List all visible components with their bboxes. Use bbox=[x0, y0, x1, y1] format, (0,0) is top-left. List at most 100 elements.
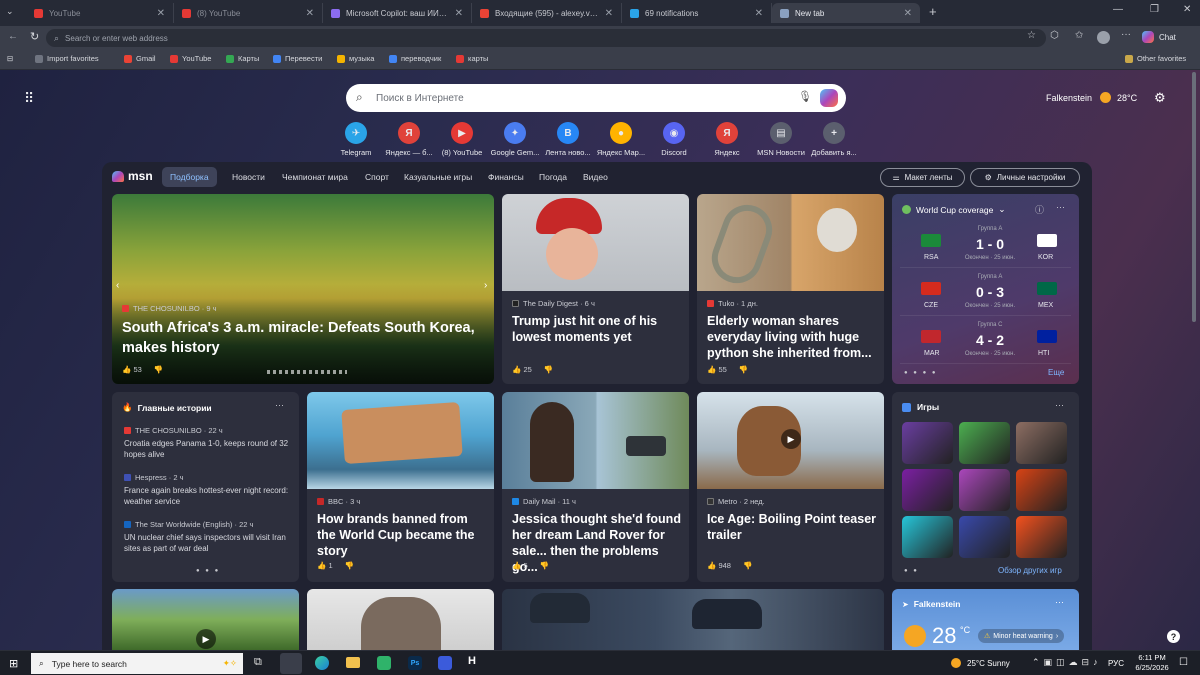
carousel-next-icon[interactable]: › bbox=[484, 280, 487, 291]
game-thumbnail[interactable] bbox=[902, 516, 953, 558]
notifications-icon[interactable]: ☐ bbox=[1179, 657, 1188, 668]
card-title[interactable]: Trump just hit one of his lowest moments… bbox=[512, 313, 682, 345]
news-card[interactable]: Daily Mail · 11 ч Jessica thought she'd … bbox=[502, 392, 689, 582]
import-favorites[interactable]: Import favorites bbox=[35, 54, 99, 63]
hero-title[interactable]: South Africa's 3 a.m. miracle: Defeats S… bbox=[122, 318, 482, 358]
quick-link-tile[interactable]: ◉ Discord bbox=[645, 120, 703, 157]
microphone-icon[interactable]: 🎙 bbox=[798, 90, 812, 103]
favorite-link[interactable]: музыка bbox=[337, 54, 374, 63]
news-card[interactable] bbox=[502, 589, 884, 650]
feed-nav-tab[interactable]: Финансы bbox=[488, 172, 524, 182]
close-tab-icon[interactable]: ✕ bbox=[306, 8, 314, 19]
msn-logo[interactable]: msn bbox=[112, 169, 153, 183]
dislike-icon[interactable]: 👎 bbox=[739, 365, 748, 374]
top-stories-card[interactable]: 🔥 Главные истории ··· THE CHOSUNILBO · 22… bbox=[112, 392, 299, 582]
weather-card[interactable]: ➤ Falkenstein ··· 28 °C ⚠ Minor heat warni… bbox=[892, 589, 1079, 650]
browser-tab[interactable]: YouTube ✕ bbox=[26, 3, 174, 23]
game-thumbnail[interactable] bbox=[1016, 469, 1067, 511]
game-thumbnail[interactable] bbox=[959, 422, 1010, 464]
game-thumbnail[interactable] bbox=[902, 469, 953, 511]
edge-icon[interactable] bbox=[315, 656, 329, 670]
feed-nav-tab[interactable]: Видео bbox=[583, 172, 608, 182]
like-button[interactable]: 👍 948 bbox=[707, 561, 731, 570]
feed-nav-tab[interactable]: Чемпионат мира bbox=[282, 172, 348, 182]
info-icon[interactable]: ⓘ bbox=[1035, 203, 1044, 216]
card-title[interactable]: Elderly woman shares everyday living wit… bbox=[707, 313, 879, 361]
hero-card[interactable]: THE CHOSUNILBO · 9 ч South Africa's 3 a.… bbox=[112, 194, 494, 384]
web-search-input[interactable]: ⌕ Поиск в Интернете 🎙 bbox=[346, 84, 846, 112]
file-explorer-icon[interactable] bbox=[346, 657, 360, 668]
apps-launcher-icon[interactable]: ⠿ bbox=[24, 90, 34, 107]
close-tab-icon[interactable]: ✕ bbox=[157, 8, 165, 19]
close-window-button[interactable]: ✕ bbox=[1183, 4, 1191, 15]
feed-nav-tab[interactable]: Новости bbox=[232, 172, 265, 182]
card-title[interactable]: Ice Age: Boiling Point teaser trailer bbox=[707, 511, 879, 543]
tray-language[interactable]: РУС bbox=[1108, 659, 1124, 668]
refresh-icon[interactable]: ↻ bbox=[30, 30, 39, 43]
story-item[interactable]: The Star Worldwide (English) · 22 ч UN nu… bbox=[124, 520, 292, 554]
dislike-icon[interactable]: 👎 bbox=[345, 561, 354, 570]
close-tab-icon[interactable]: ✕ bbox=[755, 8, 763, 19]
pager-dots[interactable]: ● ● ● ● bbox=[904, 370, 938, 376]
tab-actions-icon[interactable]: ⌄ bbox=[6, 6, 20, 20]
taskbar-search[interactable]: ⌕ Type here to search ✦✧ bbox=[31, 653, 243, 674]
like-button[interactable]: 👍 25 bbox=[512, 365, 532, 374]
weather-widget[interactable]: Falkenstein 28°C bbox=[1046, 92, 1137, 103]
video-card[interactable]: ▶ bbox=[112, 589, 299, 650]
copilot-search-icon[interactable] bbox=[820, 89, 838, 107]
favorite-link[interactable]: переводчик bbox=[389, 54, 441, 63]
more-options-icon[interactable]: ··· bbox=[275, 400, 284, 410]
game-thumbnail[interactable] bbox=[1016, 422, 1067, 464]
scrollbar[interactable] bbox=[1192, 72, 1196, 322]
tray-clock[interactable]: 6:11 PM 6/25/2026 bbox=[1132, 653, 1172, 673]
hero-like-button[interactable]: 👍 53 bbox=[122, 365, 142, 374]
tray-weather[interactable]: 25°C Sunny bbox=[951, 658, 1010, 668]
favorite-star-icon[interactable]: ☆ bbox=[1027, 30, 1036, 41]
news-card[interactable]: Tuko · 1 дн. Elderly woman shares everyd… bbox=[697, 194, 884, 384]
carousel-dots[interactable] bbox=[267, 370, 347, 374]
video-card[interactable]: ▶ Metro · 2 нед. Ice Age: Boiling Point … bbox=[697, 392, 884, 582]
story-item[interactable]: THE CHOSUNILBO · 22 ч Croatia edges Panam… bbox=[124, 426, 292, 460]
other-favorites[interactable]: Other favorites bbox=[1125, 54, 1186, 63]
game-thumbnail[interactable] bbox=[1016, 516, 1067, 558]
help-icon[interactable]: ? bbox=[1167, 630, 1180, 643]
card-title[interactable]: How brands banned from the World Cup bec… bbox=[317, 511, 489, 559]
dislike-icon[interactable]: 👎 bbox=[743, 561, 752, 570]
address-bar[interactable]: ⌕ Search or enter web address bbox=[46, 29, 1046, 47]
chat-button[interactable]: Chat bbox=[1142, 31, 1176, 43]
match-row[interactable]: RSA Группа А 1 - 0 Окончен · 25 июн. KOR bbox=[900, 224, 1071, 268]
more-options-icon[interactable]: ··· bbox=[1056, 202, 1065, 212]
quick-link-tile[interactable]: ▶ (8) YouTube bbox=[433, 120, 491, 157]
worldcup-card[interactable]: World Cup coverage ⌄ ⓘ ··· RSA Группа А 1 … bbox=[892, 194, 1079, 384]
like-button[interactable]: 👍 55 bbox=[707, 365, 727, 374]
app-icon-green[interactable] bbox=[377, 656, 391, 670]
like-button[interactable]: 👍 1 bbox=[317, 561, 333, 570]
match-row[interactable]: MAR Группа С 4 - 2 Окончен · 25 июн. HTI bbox=[900, 320, 1071, 364]
task-view-icon[interactable]: ⧉ bbox=[254, 656, 262, 669]
worldcup-more-link[interactable]: Еще bbox=[1048, 368, 1064, 377]
app-icon-weather[interactable] bbox=[280, 653, 302, 674]
favorites-toggle-icon[interactable]: ⊟ bbox=[7, 54, 13, 63]
more-options-icon[interactable]: ··· bbox=[1055, 597, 1064, 607]
quick-link-tile[interactable]: ▤ MSN Новости bbox=[752, 120, 810, 157]
favorite-link[interactable]: Карты bbox=[226, 54, 259, 63]
photoshop-icon[interactable]: Ps bbox=[408, 656, 422, 670]
quick-link-tile[interactable]: + Добавить я... bbox=[805, 120, 863, 157]
browser-tab[interactable]: Microsoft Copilot: ваш ИИ-помо ✕ bbox=[323, 3, 472, 23]
app-icon-h[interactable]: H bbox=[468, 655, 476, 667]
chart-app-icon[interactable] bbox=[438, 656, 452, 670]
favorite-link[interactable]: YouTube bbox=[170, 54, 211, 63]
games-card[interactable]: Игры ··· ● ● Обзор других игр bbox=[892, 392, 1079, 582]
start-button[interactable]: ⊞ bbox=[9, 657, 18, 670]
favorite-link[interactable]: Gmail bbox=[124, 54, 156, 63]
browser-tab[interactable]: 69 notifications ✕ bbox=[622, 3, 772, 23]
like-button[interactable]: 👍 5 bbox=[512, 561, 528, 570]
play-icon[interactable]: ▶ bbox=[196, 629, 216, 649]
games-more-link[interactable]: Обзор других игр bbox=[998, 566, 1062, 575]
favorite-link[interactable]: карты bbox=[456, 54, 488, 63]
extensions-icon[interactable]: ⬡ bbox=[1050, 30, 1059, 41]
feed-layout-button[interactable]: ⚌ Макет ленты bbox=[880, 168, 965, 187]
game-thumbnail[interactable] bbox=[902, 422, 953, 464]
heat-warning-pill[interactable]: ⚠ Minor heat warning › bbox=[978, 629, 1065, 643]
feed-nav-tab[interactable]: Погода bbox=[539, 172, 567, 182]
